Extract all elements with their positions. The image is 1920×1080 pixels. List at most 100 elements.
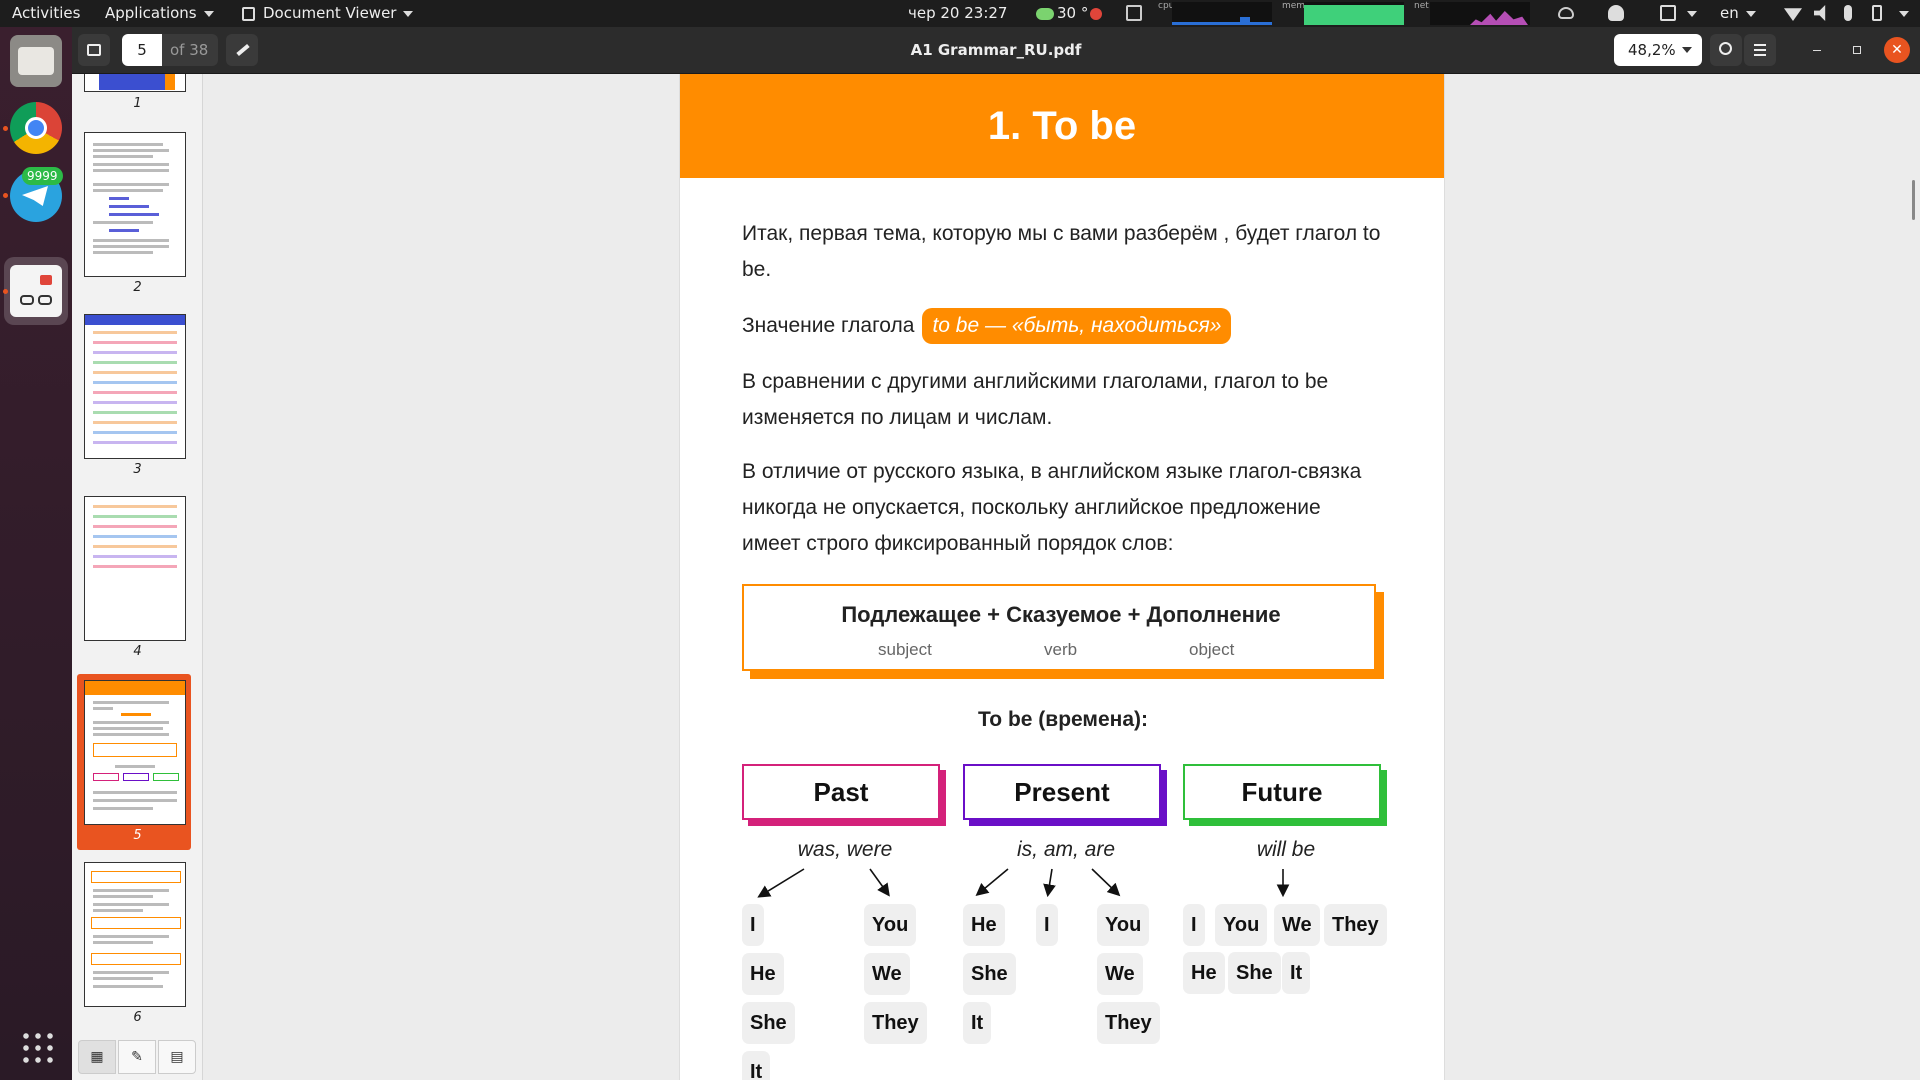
- weather-indicator[interactable]: 30 °: [1036, 0, 1103, 27]
- page-count-label: of 38: [162, 34, 218, 66]
- pronoun-chip: She: [963, 953, 1016, 995]
- zoom-value: 48,2%: [1628, 41, 1676, 59]
- close-button[interactable]: ✕: [1884, 37, 1910, 63]
- chevron-down-icon[interactable]: [1899, 11, 1909, 17]
- battery-icon[interactable]: [1872, 5, 1882, 21]
- search-button[interactable]: [1710, 34, 1742, 66]
- weather-alert-icon: [1090, 7, 1103, 20]
- maximize-button[interactable]: [1844, 37, 1870, 63]
- arrow: [869, 868, 890, 897]
- pronoun-chip: It: [742, 1051, 771, 1080]
- language-label: en: [1720, 4, 1739, 22]
- arrow: [975, 868, 1009, 897]
- activities-button[interactable]: Activities: [12, 0, 80, 27]
- thumbnails-tab[interactable]: ▦: [78, 1040, 116, 1074]
- vertical-scrollbar[interactable]: [1912, 180, 1915, 220]
- pronoun-chip: It: [1282, 952, 1311, 994]
- chrome-icon[interactable]: [10, 102, 62, 154]
- pronoun-chip: They: [864, 1002, 927, 1044]
- thumbnail-sidebar: 1 2 3 4 5 6 ▦ ✎ ▤: [72, 74, 203, 1080]
- pronoun-chip: It: [963, 1002, 992, 1044]
- datetime-label: чер 20 23:27: [908, 4, 1008, 22]
- cloud-icon[interactable]: [1558, 7, 1574, 19]
- network-graph[interactable]: [1430, 2, 1530, 25]
- telegram-badge: 9999: [22, 167, 63, 185]
- running-indicator: [3, 126, 8, 131]
- chevron-down-icon[interactable]: [1687, 11, 1697, 17]
- arrow: [757, 868, 805, 898]
- applications-menu[interactable]: Applications: [105, 0, 214, 27]
- pronoun-chip: He: [742, 953, 784, 995]
- book-icon: ▤: [170, 1049, 184, 1065]
- applications-label: Applications: [105, 4, 197, 22]
- volume-icon[interactable]: [1814, 5, 1826, 21]
- chevron-down-icon: [403, 10, 414, 17]
- maximize-icon: [1853, 46, 1861, 54]
- page-thumbnail[interactable]: [84, 496, 186, 641]
- pronoun-chip: He: [1183, 952, 1225, 994]
- pronoun-chip: You: [1097, 904, 1150, 946]
- mem-label: mem: [1282, 1, 1306, 11]
- sidebar-tabs: ▦ ✎ ▤: [78, 1040, 198, 1074]
- document-viewer-icon[interactable]: [10, 265, 62, 317]
- coffee-icon[interactable]: [1608, 5, 1624, 21]
- pronoun-chip: He: [963, 904, 1005, 946]
- top-bar: Activities Applications Document Viewer …: [0, 0, 1920, 27]
- memory-graph[interactable]: [1304, 2, 1404, 25]
- microphone-icon[interactable]: [1844, 5, 1852, 21]
- document-viewer-icon: [242, 6, 255, 21]
- annotate-button[interactable]: [226, 34, 258, 66]
- chevron-down-icon: [203, 10, 214, 17]
- pronoun-chip: You: [864, 904, 917, 946]
- pronoun-chip: I: [1036, 904, 1058, 946]
- thumbnail-label: 1: [133, 96, 142, 111]
- cpu-graph[interactable]: [1172, 2, 1272, 25]
- page-thumbnail-selected[interactable]: [84, 680, 186, 825]
- sidebar-toggle-button[interactable]: [78, 34, 110, 66]
- dock: 9999: [0, 27, 72, 1080]
- page-number-input[interactable]: 5: [122, 34, 162, 66]
- menu-button[interactable]: [1744, 34, 1776, 66]
- page-thumbnail[interactable]: [84, 74, 186, 92]
- grid-icon: ▦: [90, 1049, 104, 1065]
- net-label: net: [1414, 1, 1429, 11]
- pdf-page: 1. To be Итак, первая тема, которую мы с…: [679, 74, 1445, 1080]
- search-icon: [1719, 42, 1732, 55]
- system-monitor-icon[interactable]: [1126, 5, 1142, 21]
- thumbnail-label: 3: [133, 462, 142, 477]
- annotations-tab[interactable]: ✎: [118, 1040, 156, 1074]
- header-bar: 5 of 38 A1 Grammar_RU.pdf 48,2% ✕: [72, 27, 1920, 74]
- thumbnail-label: 4: [133, 644, 142, 659]
- page-thumbnail[interactable]: [84, 132, 186, 277]
- sidebar-icon: [87, 44, 101, 56]
- pronoun-chip: We: [864, 953, 910, 995]
- chevron-down-icon: [1682, 47, 1692, 53]
- annotation-icon: ✎: [131, 1049, 143, 1065]
- pronoun-chip: We: [1274, 904, 1320, 946]
- document-view[interactable]: 1. To be Итак, первая тема, которую мы с…: [203, 74, 1920, 1080]
- weather-temp: 30 °: [1057, 4, 1089, 22]
- clock[interactable]: чер 20 23:27: [908, 0, 1007, 27]
- show-applications-icon[interactable]: [20, 1030, 54, 1064]
- app-menu[interactable]: Document Viewer: [242, 0, 414, 27]
- zoom-select[interactable]: 48,2%: [1614, 34, 1702, 66]
- clipboard-icon[interactable]: [1660, 5, 1676, 21]
- close-icon: ✕: [1891, 42, 1903, 58]
- arrow: [1043, 868, 1056, 898]
- pronoun-chip: We: [1097, 953, 1143, 995]
- pencil-icon: [236, 43, 250, 57]
- running-indicator: [3, 193, 8, 198]
- running-indicator: [3, 289, 8, 294]
- chevron-down-icon: [1745, 10, 1756, 17]
- pronoun-chip: She: [1228, 952, 1281, 994]
- language-indicator[interactable]: en: [1720, 0, 1756, 27]
- pronoun-chip: You: [1215, 904, 1268, 946]
- hamburger-icon: [1754, 44, 1766, 56]
- wifi-icon[interactable]: [1784, 8, 1802, 21]
- minimize-button[interactable]: [1804, 37, 1830, 63]
- page-thumbnail[interactable]: [84, 314, 186, 459]
- pronoun-chip: I: [742, 904, 764, 946]
- outline-tab[interactable]: ▤: [158, 1040, 196, 1074]
- files-app-icon[interactable]: [10, 35, 62, 87]
- page-thumbnail[interactable]: [84, 862, 186, 1007]
